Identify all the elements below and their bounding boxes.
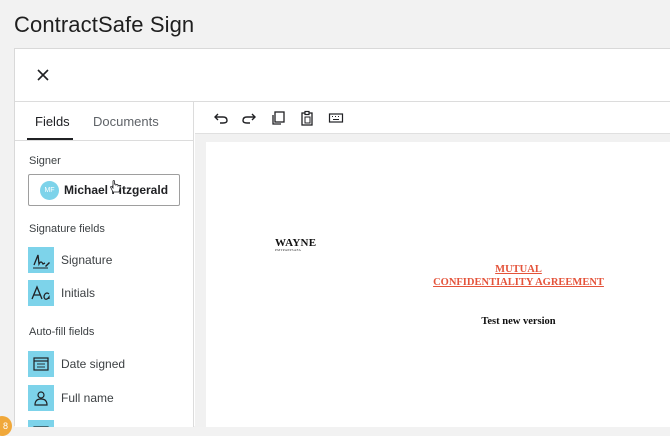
tab-documents[interactable]: Documents	[93, 114, 159, 129]
signature-fields-label: Signature fields	[29, 223, 105, 235]
paste-icon	[301, 110, 313, 126]
redo-icon	[242, 113, 256, 124]
person-icon	[28, 385, 54, 411]
signer-select[interactable]: MF Michael Fitzgerald	[28, 174, 180, 206]
sidebar-tabs: Fields Documents	[15, 102, 193, 141]
document-subtitle: Test new version	[481, 316, 556, 327]
undo-icon	[214, 113, 228, 124]
initials-icon	[28, 280, 54, 306]
calendar-icon	[28, 351, 54, 377]
date-signed-field-label: Date signed	[61, 357, 126, 371]
initials-field[interactable]: Initials	[28, 280, 178, 306]
initials-field-label: Initials	[61, 286, 96, 300]
full-name-field-label: Full name	[61, 391, 114, 405]
date-signed-field[interactable]: Date signed	[28, 351, 178, 377]
signature-icon	[28, 247, 54, 273]
avatar: MF	[40, 181, 59, 200]
signature-field[interactable]: Signature	[28, 247, 178, 273]
paste-button[interactable]	[299, 110, 315, 126]
agreement-heading-line2: CONFIDENTIALITY AGREEMENT	[433, 277, 604, 288]
copy-button[interactable]	[270, 110, 286, 126]
signer-section-label: Signer	[29, 155, 61, 167]
notification-badge[interactable]: 8	[0, 416, 12, 436]
signature-field-label: Signature	[61, 253, 113, 267]
company-logo-subtext: PMTPAPPSAFA	[275, 248, 302, 252]
autofill-fields-label: Auto-fill fields	[29, 326, 95, 338]
close-button[interactable]	[35, 67, 51, 83]
redo-button[interactable]	[241, 110, 257, 126]
fields-sidebar: Fields Documents Signer MF Michael Fitzg…	[15, 102, 194, 427]
active-tab-indicator	[27, 138, 73, 140]
app-title: ContractSafe Sign	[14, 12, 195, 37]
close-icon	[37, 69, 49, 81]
agreement-heading-line1: MUTUAL	[495, 264, 542, 275]
full-name-field[interactable]: Full name	[28, 385, 178, 411]
signing-modal: Fields Documents Signer MF Michael Fitzg…	[14, 48, 670, 427]
undo-button[interactable]	[213, 110, 229, 126]
keyboard-icon	[328, 113, 344, 123]
document-viewer[interactable]: WAYNE PMTPAPPSAFA MUTUAL CONFIDENTIALITY…	[195, 134, 670, 427]
modal-header	[15, 49, 670, 102]
tab-fields[interactable]: Fields	[35, 114, 70, 129]
editor-toolbar	[195, 102, 670, 134]
hand-cursor-icon	[110, 180, 121, 193]
keyboard-button[interactable]	[328, 110, 344, 126]
copy-icon	[272, 111, 285, 125]
document-page[interactable]: WAYNE PMTPAPPSAFA MUTUAL CONFIDENTIALITY…	[206, 142, 670, 427]
